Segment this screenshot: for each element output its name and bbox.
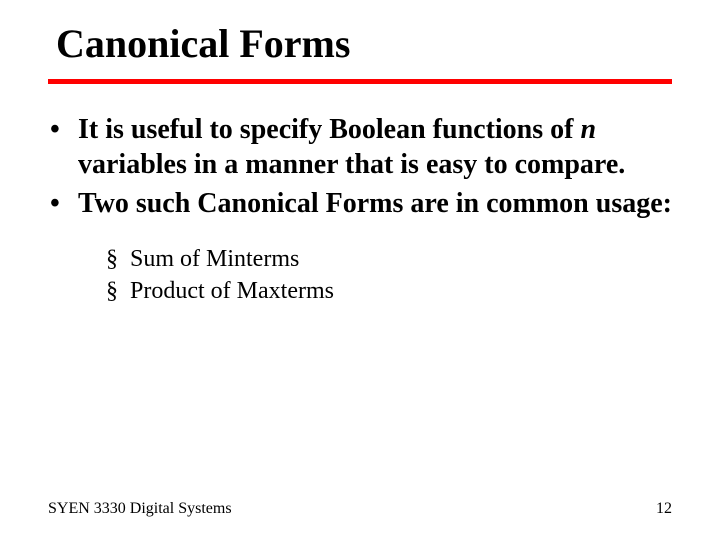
- bullet-dot-icon: •: [48, 112, 78, 182]
- footer-page-number: 12: [656, 500, 672, 518]
- bullet-text: Two such Canonical Forms are in common u…: [78, 186, 672, 221]
- footer: SYEN 3330 Digital Systems 12: [48, 500, 672, 518]
- text-fragment: It is useful to specify Boolean function…: [78, 114, 580, 145]
- list-item: • Two such Canonical Forms are in common…: [48, 186, 672, 221]
- list-item: • It is useful to specify Boolean functi…: [48, 112, 672, 182]
- list-item: § Sum of Minterms: [106, 243, 672, 275]
- sub-bullet-list: § Sum of Minterms § Product of Maxterms: [48, 243, 672, 308]
- slide-title: Canonical Forms: [56, 20, 672, 67]
- sub-bullet-text: Sum of Minterms: [130, 243, 299, 275]
- title-underline: [48, 79, 672, 84]
- sub-bullet-text: Product of Maxterms: [130, 275, 334, 307]
- bullet-text: It is useful to specify Boolean function…: [78, 112, 672, 182]
- variable-n: n: [580, 114, 596, 145]
- bullet-dot-icon: •: [48, 186, 78, 221]
- text-fragment: variables in a manner that is easy to co…: [78, 149, 625, 180]
- square-bullet-icon: §: [106, 243, 130, 275]
- slide: Canonical Forms • It is useful to specif…: [0, 0, 720, 540]
- list-item: § Product of Maxterms: [106, 275, 672, 307]
- footer-course: SYEN 3330 Digital Systems: [48, 500, 232, 518]
- bullet-list: • It is useful to specify Boolean functi…: [48, 112, 672, 221]
- square-bullet-icon: §: [106, 275, 130, 307]
